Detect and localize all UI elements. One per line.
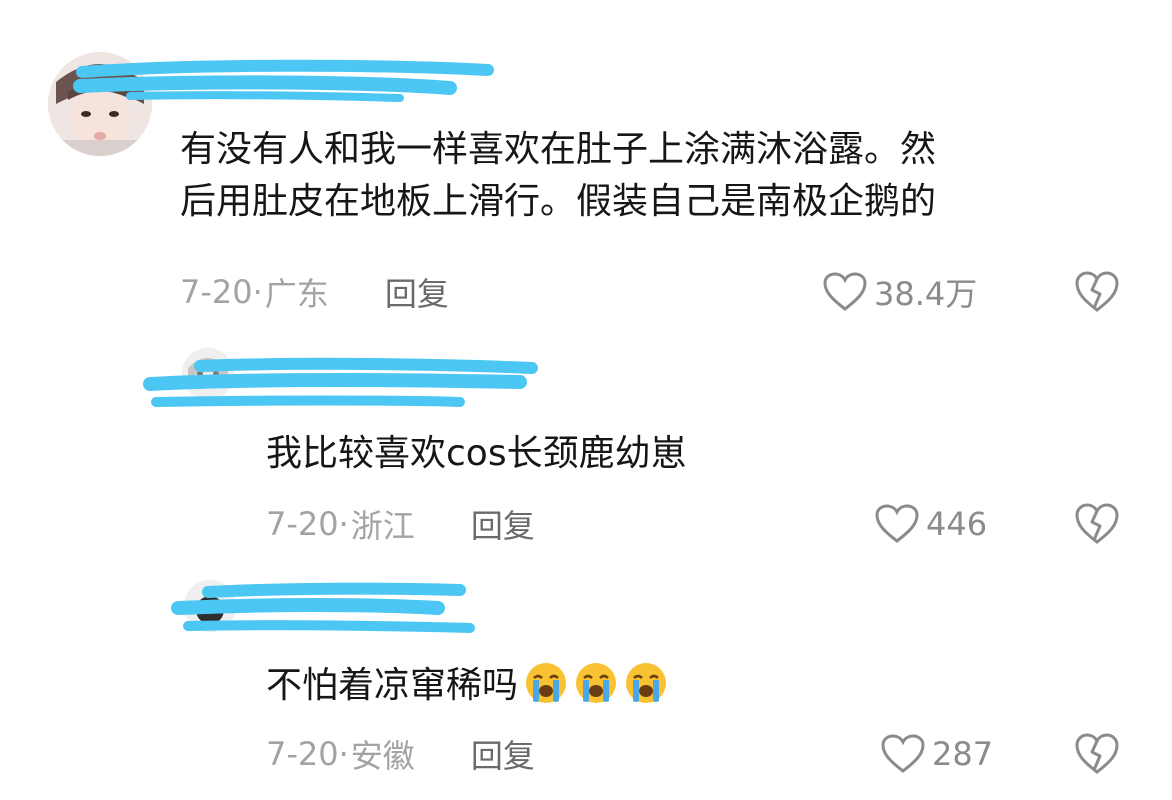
reply-button[interactable]: 回复 xyxy=(471,501,535,547)
comment-region: 广东 xyxy=(264,275,329,313)
heart-icon xyxy=(875,504,919,543)
comment-line: 后用肚皮在地板上滑行。假装自己是南极企鹅的 xyxy=(180,181,937,222)
comment-text: 我比较喜欢cos长颈鹿幼崽 xyxy=(266,433,687,474)
comment-meta: 7-20· 广东 回复 xyxy=(180,268,449,316)
reply-button[interactable]: 回复 xyxy=(385,269,449,315)
like-count: 287 xyxy=(932,735,994,773)
username-redaction xyxy=(143,357,538,407)
like-count: 38.4万 xyxy=(874,275,978,313)
comment-line: 有没有人和我一样喜欢在肚子上涂满沐浴露。然 xyxy=(180,129,937,170)
heart-icon xyxy=(823,272,867,311)
comment-body: 不怕着凉窜稀吗 xyxy=(266,665,519,706)
like-count: 446 xyxy=(926,505,988,543)
comment-meta: 7-20· 浙江 回复 xyxy=(266,500,535,548)
comment-text: 有没有人和我一样喜欢在肚子上涂满沐浴露。然 后用肚皮在地板上滑行。假装自己是南极… xyxy=(180,124,936,228)
username-redaction xyxy=(73,59,494,102)
username-redaction xyxy=(171,582,475,633)
loudly-crying-face-icon xyxy=(526,663,567,703)
comment-date: 7-20· xyxy=(180,273,263,311)
broken-heart-icon[interactable] xyxy=(1074,270,1120,314)
comment-region: 浙江 xyxy=(350,507,415,545)
comment-meta: 7-20· 安徽 回复 xyxy=(266,730,535,778)
loudly-crying-face-icon xyxy=(626,663,667,703)
broken-heart-icon[interactable] xyxy=(1074,732,1120,776)
heart-icon xyxy=(881,734,925,773)
comment-date: 7-20· xyxy=(266,735,349,773)
like-button[interactable]: 38.4万 xyxy=(822,268,977,316)
reply-button[interactable]: 回复 xyxy=(471,731,535,777)
loudly-crying-face-icon xyxy=(576,663,617,703)
like-button[interactable]: 287 xyxy=(880,730,993,778)
comment-text: 不怕着凉窜稀吗 xyxy=(266,660,668,712)
like-button[interactable]: 446 xyxy=(874,500,987,548)
comment-region: 安徽 xyxy=(350,737,415,775)
comment-date: 7-20· xyxy=(266,505,349,543)
broken-heart-icon[interactable] xyxy=(1074,502,1120,546)
